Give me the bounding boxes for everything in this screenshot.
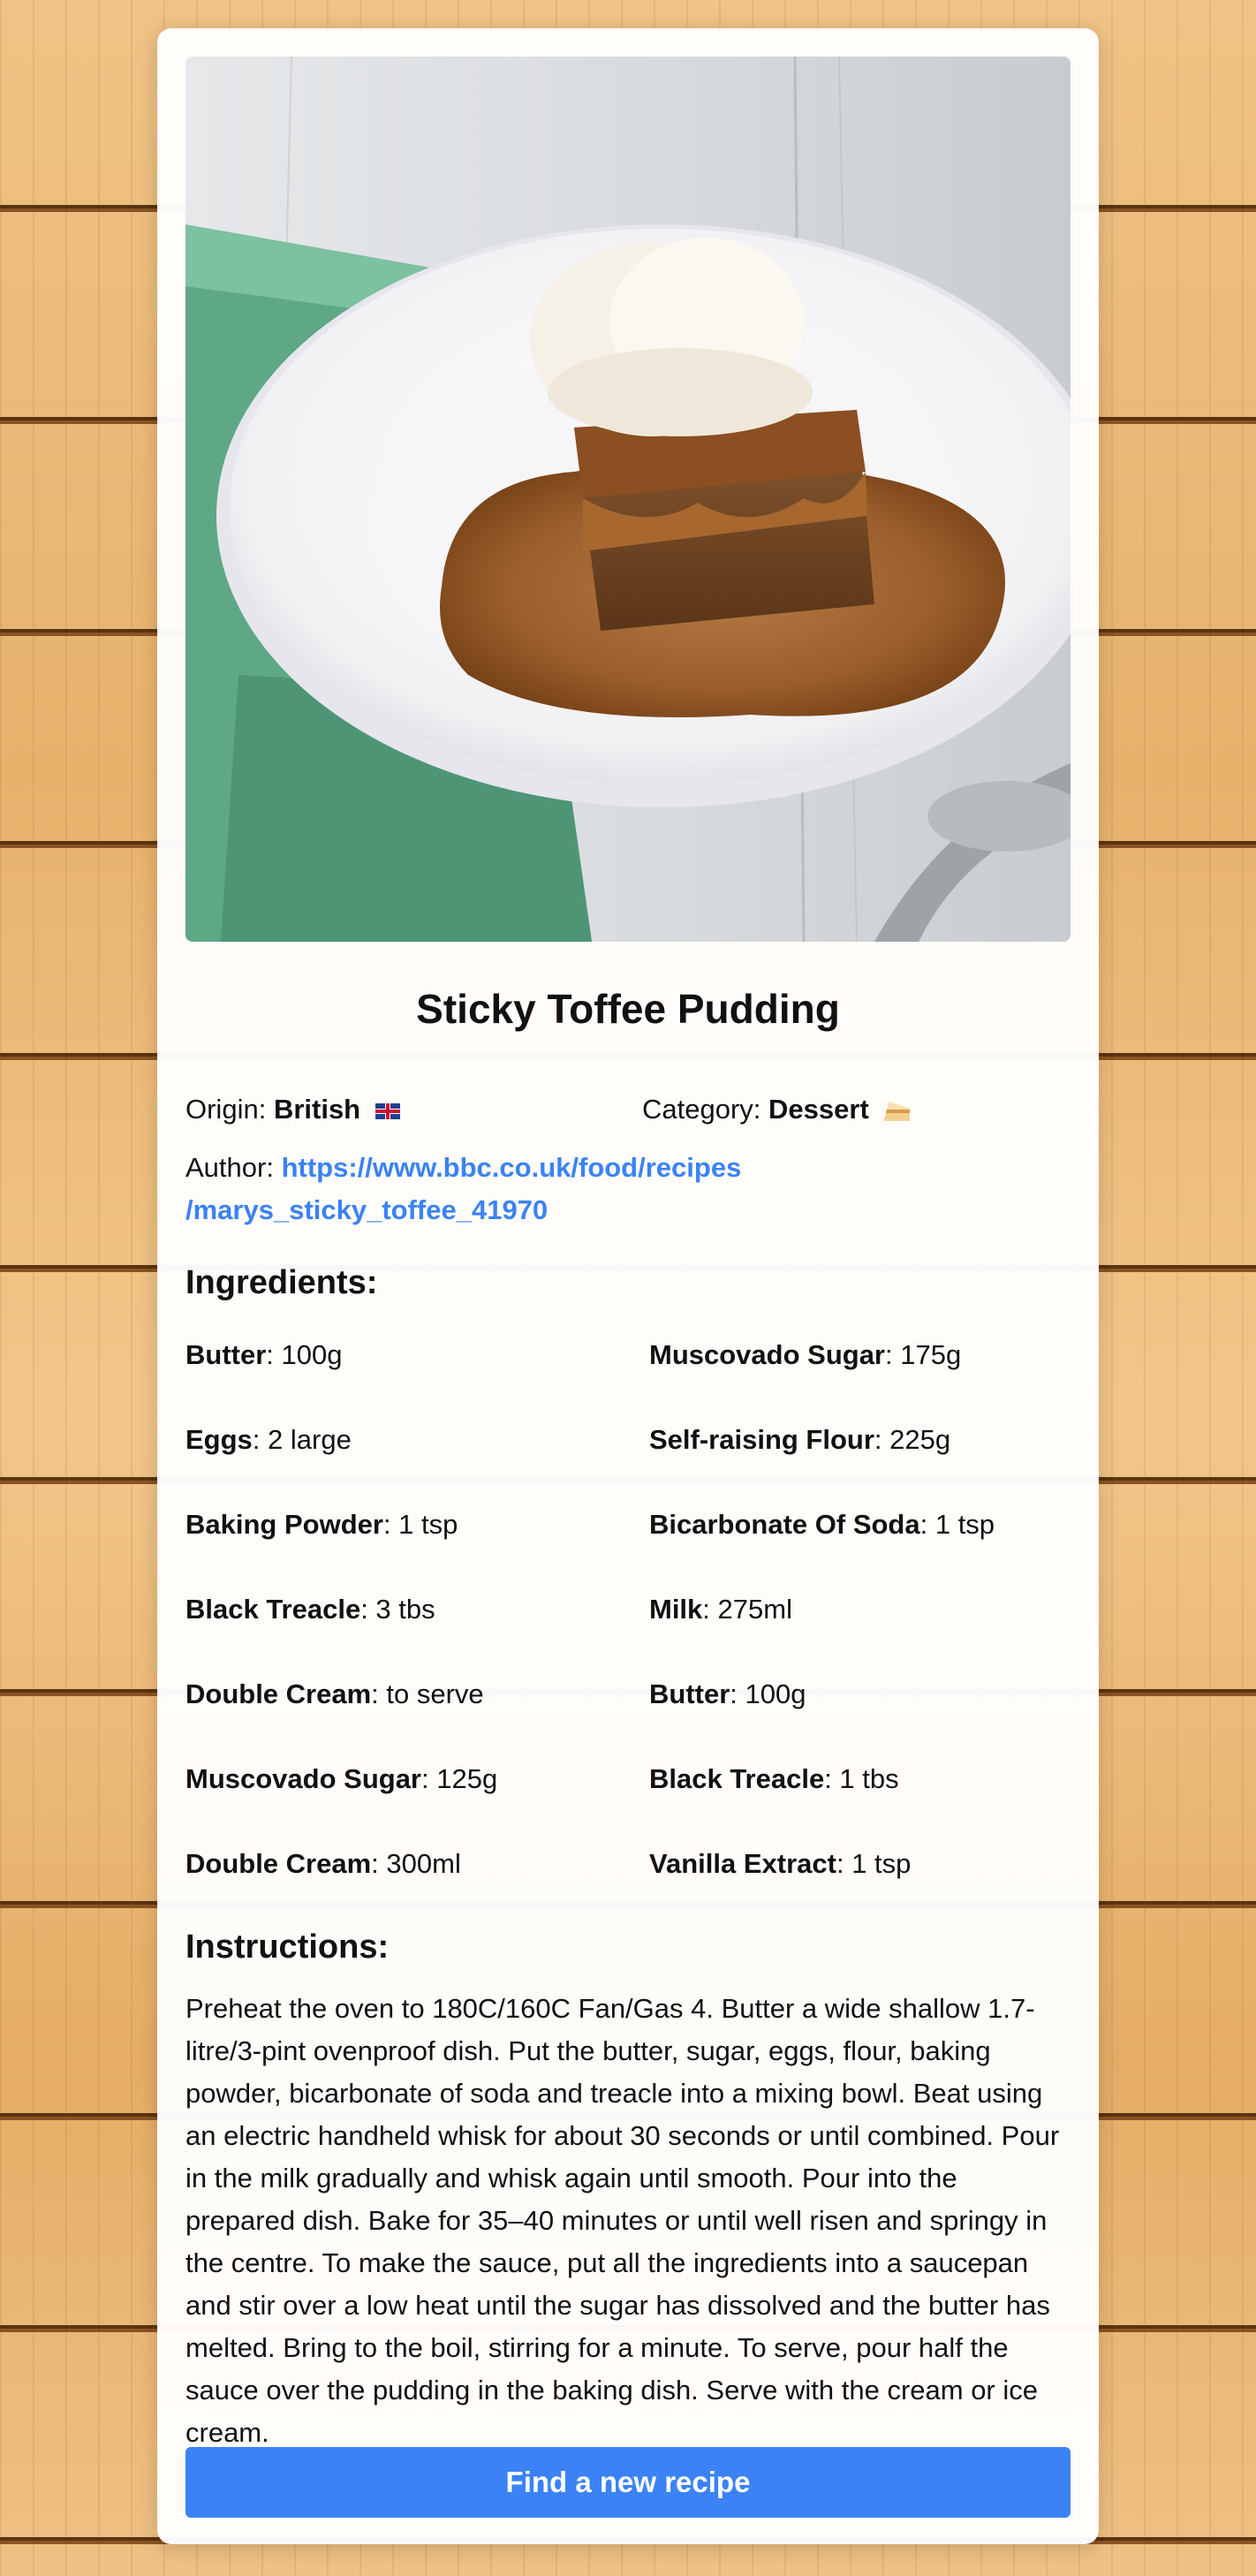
ingredient-name: Muscovado Sugar bbox=[185, 1763, 421, 1794]
ingredient-amount: : 300ml bbox=[371, 1848, 461, 1879]
ingredient-name: Double Cream bbox=[185, 1678, 372, 1709]
ingredient-name: Baking Powder bbox=[185, 1509, 383, 1540]
category-value: Dessert bbox=[768, 1094, 869, 1125]
ingredient-item: Milk: 275ml bbox=[649, 1588, 1071, 1631]
ingredient-name: Vanilla Extract bbox=[649, 1848, 836, 1879]
ingredient-item: Muscovado Sugar: 125g bbox=[185, 1758, 649, 1800]
recipe-title: Sticky Toffee Pudding bbox=[416, 986, 840, 1032]
ingredient-item: Self-raising Flour: 225g bbox=[649, 1419, 1071, 1461]
ingredient-item: Double Cream: 300ml bbox=[185, 1843, 649, 1885]
recipe-card: Sticky Toffee Pudding Origin: British Ca… bbox=[157, 28, 1099, 2544]
ingredient-amount: : 175g bbox=[885, 1339, 962, 1370]
ingredient-amount: : 2 large bbox=[252, 1424, 352, 1455]
author-link-line1: https://www.bbc.co.uk/food/recipes bbox=[281, 1152, 742, 1183]
ingredients-list: Butter: 100g Muscovado Sugar: 175g Eggs:… bbox=[185, 1334, 1071, 1885]
cake-icon bbox=[883, 1101, 911, 1121]
ingredient-item: Eggs: 2 large bbox=[185, 1419, 649, 1461]
origin-info: Origin: British bbox=[185, 1090, 400, 1129]
ingredient-name: Double Cream bbox=[185, 1848, 372, 1879]
ingredient-name: Butter bbox=[185, 1339, 267, 1370]
ingredient-name: Eggs bbox=[185, 1424, 253, 1455]
ingredient-amount: : 275ml bbox=[702, 1594, 792, 1625]
ingredient-amount: : 125g bbox=[421, 1763, 498, 1794]
ingredient-amount: : 1 tbs bbox=[824, 1763, 899, 1794]
ingredient-amount: : 1 tsp bbox=[919, 1509, 995, 1540]
ingredient-item: Butter: 100g bbox=[185, 1334, 649, 1376]
ingredient-amount: : 100g bbox=[266, 1339, 343, 1370]
ingredient-name: Butter bbox=[649, 1678, 730, 1709]
instructions-text: Preheat the oven to 180C/160C Fan/Gas 4.… bbox=[185, 1993, 1060, 2448]
ingredient-amount: : 100g bbox=[730, 1678, 806, 1709]
instructions-heading: Instructions: bbox=[185, 1928, 390, 1966]
origin-label: Origin: bbox=[185, 1094, 267, 1125]
ingredient-item: Bicarbonate Of Soda: 1 tsp bbox=[649, 1504, 1071, 1546]
author-label: Author: bbox=[185, 1152, 274, 1183]
author-info: Author: https://www.bbc.co.uk/food/recip… bbox=[185, 1147, 1071, 1231]
ingredient-name: Self-raising Flour bbox=[649, 1424, 874, 1455]
recipe-image bbox=[185, 57, 1071, 942]
category-label: Category: bbox=[642, 1094, 761, 1125]
ingredient-amount: : 1 tsp bbox=[382, 1509, 458, 1540]
ingredient-name: Milk bbox=[649, 1594, 703, 1625]
ingredient-item: Butter: 100g bbox=[649, 1673, 1071, 1716]
origin-value: British bbox=[273, 1094, 361, 1125]
ingredient-amount: : to serve bbox=[371, 1678, 484, 1709]
ingredient-item: Baking Powder: 1 tsp bbox=[185, 1504, 649, 1546]
ingredient-amount: : 1 tsp bbox=[836, 1848, 912, 1879]
ingredient-amount: : 225g bbox=[874, 1424, 951, 1455]
ingredient-item: Black Treacle: 1 tbs bbox=[649, 1758, 1071, 1800]
find-new-recipe-button[interactable]: Find a new recipe bbox=[185, 2447, 1071, 2518]
author-link-line2: /marys_sticky_toffee_41970 bbox=[185, 1194, 549, 1225]
ingredient-name: Black Treacle bbox=[649, 1763, 825, 1794]
ingredient-item: Muscovado Sugar: 175g bbox=[649, 1334, 1071, 1376]
ingredients-heading: Ingredients: bbox=[185, 1264, 378, 1301]
uk-flag-icon bbox=[375, 1102, 400, 1119]
ingredient-name: Black Treacle bbox=[185, 1594, 361, 1625]
ingredient-name: Bicarbonate Of Soda bbox=[649, 1509, 920, 1540]
category-info: Category: Dessert bbox=[642, 1090, 911, 1129]
ingredient-name: Muscovado Sugar bbox=[649, 1339, 885, 1370]
ingredient-item: Vanilla Extract: 1 tsp bbox=[649, 1843, 1071, 1885]
ingredient-item: Black Treacle: 3 tbs bbox=[185, 1588, 649, 1631]
ingredient-item: Double Cream: to serve bbox=[185, 1673, 649, 1716]
ingredient-amount: : 3 tbs bbox=[360, 1594, 435, 1625]
